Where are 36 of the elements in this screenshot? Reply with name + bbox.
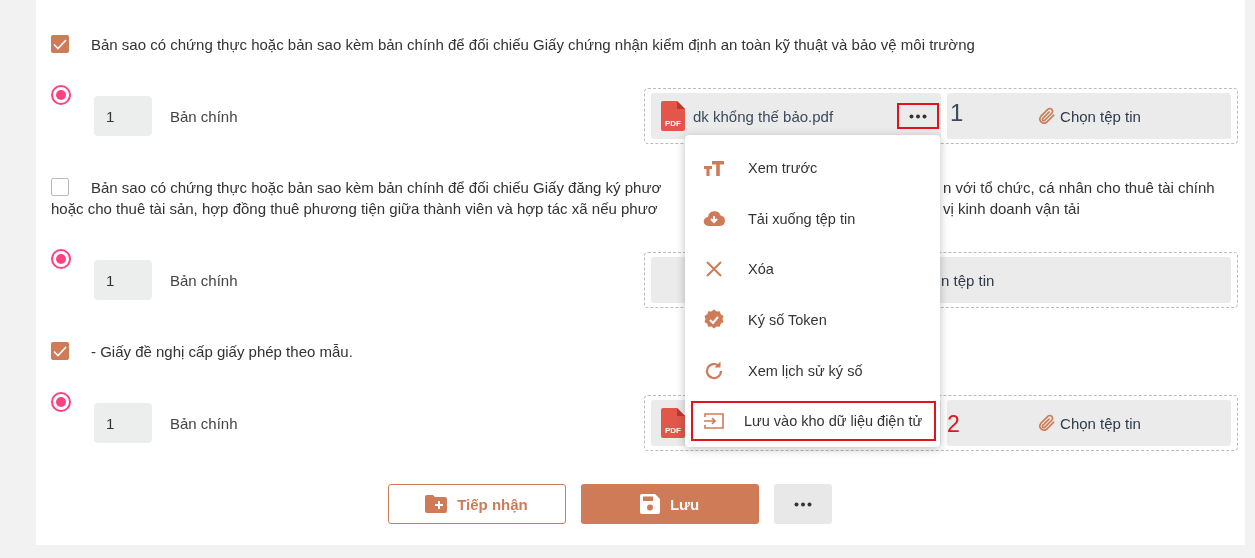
document-title: n với tổ chức, cá nhân cho thuê tài chính (943, 178, 1215, 198)
document-title: vị kinh doanh vận tải (943, 199, 1080, 219)
radio-button[interactable] (51, 249, 71, 269)
menu-item[interactable]: Xem trước (685, 143, 940, 194)
menu-item-label: Tải xuống tệp tin (748, 210, 856, 227)
pdf-file-icon: PDF (661, 101, 685, 131)
file-name: dk khổng thế bảo.pdf (693, 107, 835, 125)
folder-plus-icon (425, 495, 448, 513)
count-field[interactable]: 1 (94, 96, 152, 136)
more-icon (909, 113, 927, 119)
annotation-number: 1 (950, 99, 964, 127)
document-title: hoặc cho thuê tài sản, hợp đồng thuê phương tiện giữa thành viên và hợp tác xã nếu phươ (51, 199, 658, 219)
document-title: Bản sao có chứng thực hoặc bản sao kèm bản chính để đối chiếu Giấy chứng nhận kiểm định an toàn kỹ thuật và bảo vệ môi trường (91, 36, 975, 53)
menu-item-label: Ký số Token (748, 312, 827, 329)
annotation-number: 2 (947, 410, 960, 438)
checkbox[interactable] (51, 342, 69, 360)
document-title: - Giấy đề nghị cấp giấy phép theo mẫu. (91, 343, 353, 360)
menu-item[interactable]: Tải xuống tệp tin (685, 193, 940, 245)
radio-button[interactable] (51, 85, 71, 105)
menu-item-label: Xem lịch sử ký số (748, 362, 863, 379)
checkbox[interactable] (51, 35, 69, 53)
menu-item-label: Xóa (748, 261, 774, 278)
menu-item-label: Lưu vào kho dữ liệu điện tử (744, 412, 923, 429)
more-icon (793, 501, 812, 507)
more-button[interactable] (897, 103, 939, 129)
radio-button[interactable] (51, 392, 71, 412)
checkbox[interactable] (51, 178, 69, 196)
document-title: Bản sao có chứng thực hoặc bản sao kèm bản chính để đối chiếu Giấy đăng ký phươ (91, 178, 662, 198)
count-field[interactable]: 1 (94, 260, 152, 300)
copy-type-label: Bản chính (170, 107, 239, 125)
menu-item-label: Xem trước (748, 160, 818, 177)
copy-type-label: Bản chính (170, 271, 239, 289)
count-field[interactable]: 1 (94, 403, 152, 443)
copy-type-label: Bản chính (170, 414, 239, 432)
menu-item[interactable]: Xem lịch sử ký số (685, 345, 940, 396)
pdf-file-icon: PDF (661, 408, 685, 438)
